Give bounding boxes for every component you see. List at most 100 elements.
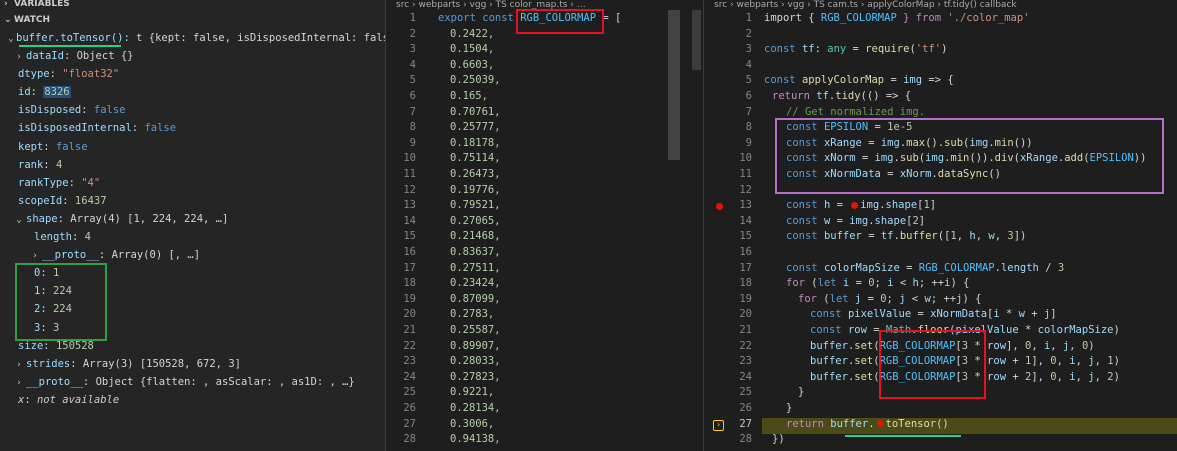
watch-tree-row[interactable]: 3: 3: [0, 319, 385, 337]
variables-section-header[interactable]: › VARIABLES: [0, 0, 70, 10]
watch-tree-row[interactable]: rank: 4: [0, 156, 385, 174]
code-line[interactable]: export const RGB_COLORMAP = [: [438, 11, 621, 27]
code-line[interactable]: const xNormData = xNorm.dataSync(): [786, 167, 1001, 183]
scrollbar-thumb[interactable]: [692, 10, 701, 70]
code-line[interactable]: return tf.tidy(() => {: [772, 89, 911, 105]
code-line[interactable]: buffer.set(RGB_COLORMAP[3 * row + 2], 0,…: [810, 370, 1120, 386]
property-key: dataId: [26, 50, 64, 62]
array-value[interactable]: 0.9221,: [450, 385, 494, 401]
watch-tree-row[interactable]: length: 4: [0, 228, 385, 246]
array-value[interactable]: 0.28033,: [450, 354, 501, 370]
watch-tree-row[interactable]: kept: false: [0, 138, 385, 156]
array-value[interactable]: 0.25587,: [450, 323, 501, 339]
code-line[interactable]: }: [786, 401, 792, 417]
array-value[interactable]: 0.23424,: [450, 276, 501, 292]
chevron-right-icon[interactable]: ›: [14, 374, 24, 391]
watch-tree-row[interactable]: scopeId: 16437: [0, 192, 385, 210]
code-line[interactable]: const EPSILON = 1e-5: [786, 120, 912, 136]
watch-tree-row[interactable]: ⌄ shape: Array(4) [1, 224, 224, …]: [0, 210, 385, 228]
watch-tree-row[interactable]: dtype: "float32": [0, 65, 385, 83]
watch-tree-row[interactable]: › __proto__: Object {flatten: , asScalar:…: [0, 373, 385, 391]
code-line[interactable]: return buffer. toTensor(): [786, 417, 949, 433]
watch-tree-row[interactable]: isDisposed: false: [0, 101, 385, 119]
array-value[interactable]: 0.19776,: [450, 183, 501, 199]
array-value[interactable]: 0.2783,: [450, 307, 494, 323]
array-value[interactable]: 0.18178,: [450, 136, 501, 152]
watch-section-header[interactable]: ⌄ WATCH: [0, 14, 50, 26]
punctuation: :: [814, 43, 828, 56]
code-line[interactable]: const xRange = img.max().sub(img.min()): [786, 136, 1033, 152]
code-line[interactable]: buffer.set(RGB_COLORMAP[3 * row], 0, i, …: [810, 339, 1095, 355]
watch-tree-row[interactable]: › __proto__: Array(0) [, …]: [0, 246, 385, 264]
watch-tree-row[interactable]: 1: 224: [0, 282, 385, 300]
editor-cam[interactable]: src › webparts › vgg › TS cam.ts › apply…: [704, 0, 1177, 451]
watch-tree-row[interactable]: › dataId: Object {}: [0, 47, 385, 65]
array-value[interactable]: 0.26473,: [450, 167, 501, 183]
code-line[interactable]: const buffer = tf.buffer([1, h, w, 3]): [786, 229, 1026, 245]
watch-tree-row[interactable]: › strides: Array(3) [150528, 672, 3]: [0, 355, 385, 373]
code-line[interactable]: const pixelValue = xNormData[i * w + j]: [810, 307, 1057, 323]
punctuation: ): [1113, 355, 1120, 368]
array-value[interactable]: 0.27823,: [450, 370, 501, 386]
array-value[interactable]: 0.6603,: [450, 58, 494, 74]
line-number: 4: [409, 58, 416, 71]
chevron-right-icon[interactable]: ›: [14, 356, 24, 373]
code-line[interactable]: const row = Math.floor(pixelValue * colo…: [810, 323, 1120, 339]
chevron-right-icon[interactable]: ›: [30, 247, 40, 264]
array-value[interactable]: 0.79521,: [450, 198, 501, 214]
minimap-slider[interactable]: [668, 10, 680, 160]
array-value[interactable]: 0.21468,: [450, 229, 501, 245]
array-value[interactable]: 0.2422,: [450, 27, 494, 43]
line-number: 4: [745, 58, 752, 71]
array-value[interactable]: 0.27511,: [450, 261, 501, 277]
identifier: img: [849, 214, 869, 227]
array-value[interactable]: 0.89907,: [450, 339, 501, 355]
code-line[interactable]: const xNorm = img.sub(img.min()).div(xRa…: [786, 151, 1146, 167]
chevron-down-icon[interactable]: ⌄: [14, 211, 24, 228]
array-value[interactable]: 0.28134,: [450, 401, 501, 417]
array-value[interactable]: 0.165,: [450, 89, 488, 105]
array-value[interactable]: 0.27065,: [450, 214, 501, 230]
code-line[interactable]: const tf: any = require('tf'): [764, 42, 947, 58]
array-value[interactable]: 0.94138,: [450, 432, 501, 448]
editor-color-map[interactable]: src › webparts › vgg › TS color_map.ts ›…: [386, 0, 704, 451]
code-line[interactable]: const h = img.shape[1]: [786, 198, 936, 214]
watch-expression-row[interactable]: ⌄ buffer.toTensor(): t {kept: false, isDi…: [0, 29, 385, 47]
code-line[interactable]: import { RGB_COLORMAP } from './color_ma…: [764, 11, 1030, 27]
inline-breakpoint-icon[interactable]: [851, 201, 859, 209]
chevron-right-icon[interactable]: ›: [14, 48, 24, 65]
watch-tree-row[interactable]: 2: 224: [0, 300, 385, 318]
array-value[interactable]: 0.3006,: [450, 417, 494, 433]
code-line[interactable]: for (let i = 0; i < h; ++i) {: [786, 276, 969, 292]
code-line[interactable]: const w = img.shape[2]: [786, 214, 925, 230]
line-number: 14: [739, 214, 752, 227]
punctuation: ): [1113, 324, 1120, 336]
array-value[interactable]: 0.1504,: [450, 42, 494, 58]
punctuation: =: [849, 277, 869, 290]
watch-tree-row[interactable]: x: not available: [0, 391, 385, 409]
array-value[interactable]: 0.25039,: [450, 73, 501, 89]
code-line[interactable]: const applyColorMap = img => {: [764, 73, 954, 89]
watch-tree-row[interactable]: isDisposedInternal: false: [0, 119, 385, 137]
code-line[interactable]: for (let j = 0; j < w; ++j) {: [798, 292, 981, 308]
code-line[interactable]: const colorMapSize = RGB_COLORMAP.length…: [786, 261, 1064, 277]
inline-breakpoint-icon[interactable]: [876, 420, 884, 428]
array-value[interactable]: 0.75114,: [450, 151, 501, 167]
array-value[interactable]: 0.83637,: [450, 245, 501, 261]
watch-tree-row[interactable]: rankType: "4": [0, 174, 385, 192]
line-number: 1: [409, 12, 416, 24]
property-value: 1: [52, 267, 60, 280]
array-value[interactable]: 0.25777,: [450, 120, 501, 136]
line-number: 16: [403, 246, 416, 258]
watch-tree-row[interactable]: id: 8326: [0, 83, 385, 101]
code-line[interactable]: // Get normalized img.: [786, 105, 925, 121]
array-value[interactable]: 0.70761,: [450, 105, 501, 121]
property-value: 16437: [74, 194, 107, 207]
code-line[interactable]: buffer.set(RGB_COLORMAP[3 * row + 1], 0,…: [810, 354, 1120, 370]
code-line[interactable]: }: [798, 385, 804, 401]
watch-tree-row[interactable]: size: 150528: [0, 337, 385, 355]
code-line[interactable]: }): [772, 432, 785, 448]
watch-tree-row[interactable]: 0: 1: [0, 264, 385, 282]
array-value[interactable]: 0.87099,: [450, 292, 501, 308]
breakpoint-icon[interactable]: [716, 203, 723, 210]
